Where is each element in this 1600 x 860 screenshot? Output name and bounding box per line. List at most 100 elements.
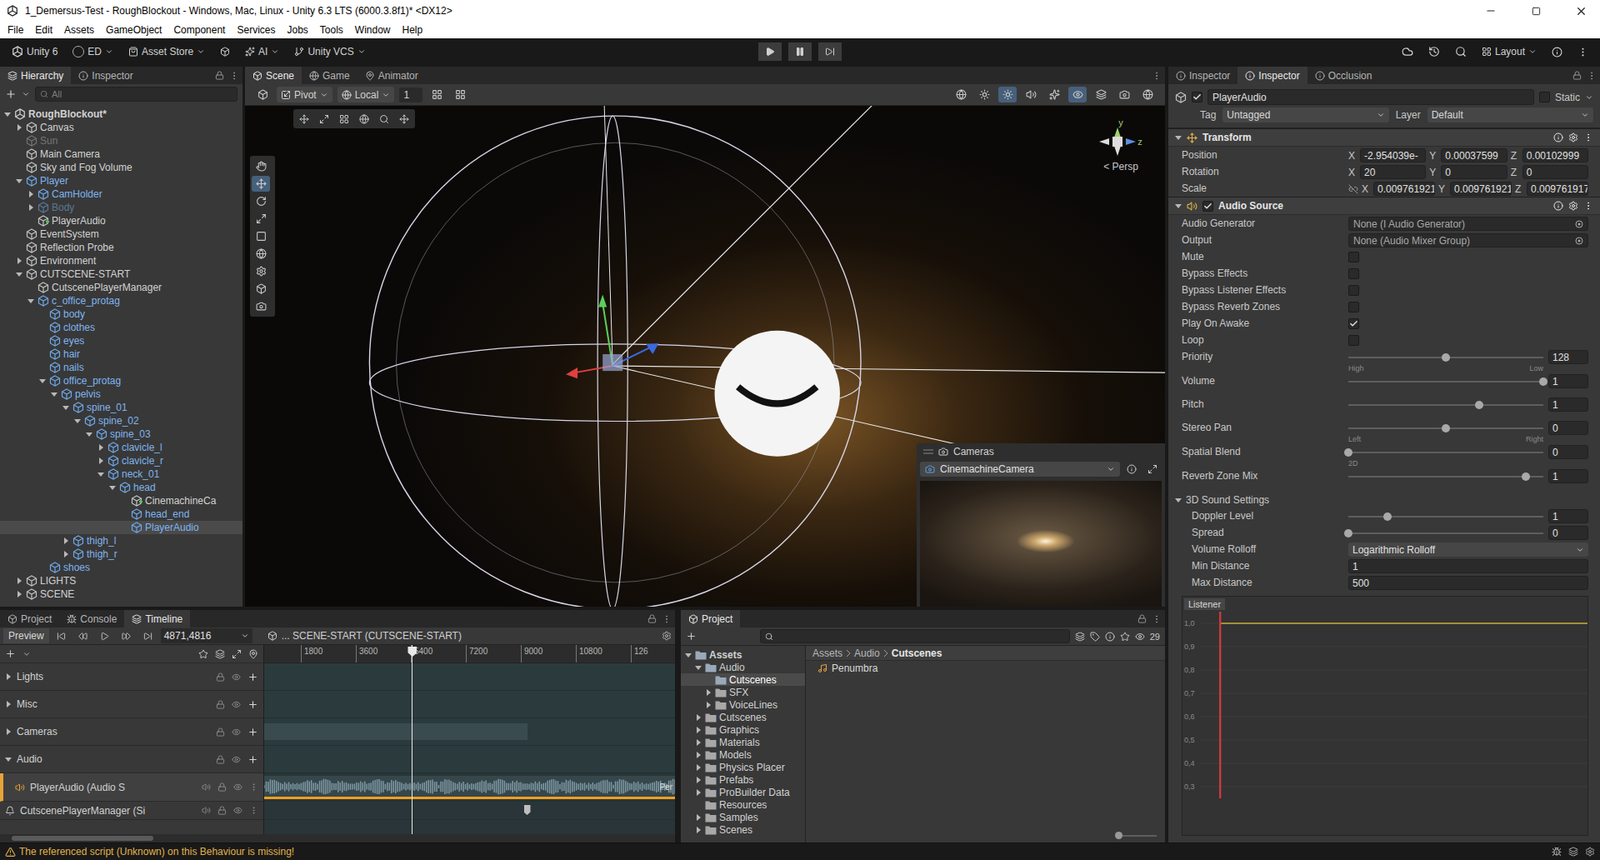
dropdown-icon[interactable] [21, 90, 30, 99]
vector-field[interactable]: 0.009761921 [1450, 181, 1512, 196]
go-start-button[interactable] [52, 628, 71, 645]
vector-field[interactable]: 0.00102999 [1522, 148, 1589, 163]
eye-icon[interactable] [231, 727, 241, 737]
lock-icon[interactable] [1137, 614, 1147, 624]
expanded-arrow-icon[interactable] [15, 177, 23, 185]
lock-icon[interactable] [217, 805, 227, 815]
panel-tab[interactable]: Game [301, 66, 358, 85]
track-lane[interactable] [264, 801, 675, 820]
draw-mode-button[interactable] [951, 86, 970, 103]
expanded-arrow-icon[interactable] [50, 390, 58, 398]
label-icon[interactable] [1090, 631, 1100, 642]
collapsed-arrow-icon[interactable] [97, 457, 105, 465]
expanded-arrow-icon[interactable] [39, 377, 46, 385]
folder-row[interactable]: Scenes [680, 823, 805, 836]
collapsed-arrow-icon[interactable] [705, 701, 712, 709]
history-button[interactable] [1423, 42, 1445, 61]
time-ruler[interactable]: 1800360054007200900010800126 [264, 645, 675, 664]
collapsed-arrow-icon[interactable] [695, 776, 702, 784]
hierarchy-row[interactable]: spine_01 [0, 400, 243, 415]
collapsed-arrow-icon[interactable] [15, 577, 23, 585]
add-icon[interactable] [247, 754, 259, 765]
track-header[interactable]: CutscenePlayerManager (Si [0, 801, 264, 820]
lock-icon[interactable] [215, 672, 225, 682]
menu-item[interactable]: File [1, 21, 30, 39]
camera-view-button[interactable] [1143, 461, 1162, 478]
property-checkbox[interactable] [1348, 251, 1360, 263]
view-tool-button[interactable] [253, 86, 272, 103]
hierarchy-row[interactable]: thigh_l [0, 534, 243, 548]
lock-icon[interactable] [217, 782, 227, 792]
static-checkbox[interactable] [1539, 91, 1550, 103]
hierarchy-row[interactable]: head [0, 480, 243, 495]
expanded-arrow-icon[interactable] [1175, 134, 1182, 141]
snap-button[interactable] [450, 86, 470, 103]
hierarchy-row[interactable]: spine_03 [0, 427, 243, 441]
play-button[interactable] [758, 42, 782, 61]
restore-button[interactable] [1516, 0, 1555, 22]
menu-item[interactable]: Tools [314, 21, 350, 39]
frame-field[interactable]: 4871,4816 [160, 628, 253, 644]
more-icon[interactable] [249, 805, 259, 815]
collapsed-arrow-icon[interactable] [695, 739, 702, 746]
add-icon[interactable] [247, 671, 259, 683]
settings-icon[interactable] [1568, 200, 1579, 211]
hidden-packages-icon[interactable] [1135, 631, 1145, 642]
slider-track[interactable] [1348, 351, 1544, 364]
handle-button[interactable] [355, 110, 374, 127]
menu-item[interactable]: Edit [29, 21, 59, 39]
track-lane[interactable] [264, 663, 675, 691]
mute-icon[interactable] [201, 805, 211, 815]
object-name-field[interactable]: PlayerAudio [1207, 89, 1535, 105]
property-checkbox[interactable] [1348, 268, 1360, 280]
camera-info-button[interactable] [1122, 461, 1141, 478]
slider-value[interactable]: 0 [1548, 420, 1589, 435]
more-icon[interactable] [249, 782, 259, 792]
dropdown-icon[interactable] [1585, 93, 1594, 102]
expanded-arrow-icon[interactable] [97, 470, 105, 478]
hierarchy-row[interactable]: clavicle_r [0, 454, 243, 468]
vector-field[interactable]: 20 [1360, 165, 1426, 180]
breadcrumb-item[interactable]: Cutscenes [891, 647, 943, 660]
folder-row[interactable]: Cutscenes [680, 673, 805, 686]
hierarchy-row[interactable]: nails [0, 360, 243, 375]
layer-select[interactable]: Default [1427, 107, 1594, 123]
slider-knob[interactable] [1441, 353, 1450, 362]
orientation-gizmo[interactable]: yz< Persp [1091, 117, 1150, 173]
add-icon[interactable] [247, 699, 259, 710]
tool-button[interactable] [251, 210, 270, 227]
prev-frame-button[interactable] [74, 628, 93, 645]
vector-field[interactable]: 0 [1522, 165, 1589, 180]
tool-button[interactable] [251, 280, 270, 297]
dropdown-icon[interactable] [22, 650, 31, 659]
tag-select[interactable]: Untagged [1222, 107, 1389, 123]
step-button[interactable] [818, 42, 842, 61]
collapsed-arrow-icon[interactable] [97, 444, 105, 451]
panel-tab[interactable]: Animator [357, 66, 426, 85]
add-icon[interactable] [247, 726, 259, 738]
minimize-button[interactable] [1471, 0, 1510, 22]
cloud-button[interactable] [1396, 42, 1419, 61]
play-button[interactable] [95, 628, 115, 645]
collapsed-arrow-icon[interactable] [695, 751, 702, 759]
hierarchy-row[interactable]: Player [0, 174, 243, 188]
eye-icon[interactable] [231, 672, 241, 682]
collapsed-arrow-icon[interactable] [15, 257, 23, 265]
vcs-button[interactable]: Unity VCS [289, 42, 370, 61]
help-button[interactable] [1546, 42, 1568, 61]
expanded-arrow-icon[interactable] [109, 484, 116, 491]
component-header[interactable]: Audio Source [1168, 196, 1600, 215]
lock-icon[interactable] [647, 614, 657, 624]
menu-item[interactable]: Services [230, 21, 281, 39]
panel-tab[interactable]: Inspector [1237, 66, 1307, 85]
tool-button[interactable] [251, 228, 270, 245]
hierarchy-row[interactable]: thigh_r [0, 547, 243, 561]
collapsed-arrow-icon[interactable] [695, 814, 702, 821]
close-button[interactable] [1561, 0, 1600, 22]
eye-icon[interactable] [231, 755, 241, 765]
handle-button[interactable] [315, 110, 334, 127]
folder-row[interactable]: Resources [680, 798, 805, 811]
search-type-icon[interactable] [1075, 631, 1085, 642]
expanded-arrow-icon[interactable] [15, 270, 23, 278]
collapsed-arrow-icon[interactable] [5, 728, 12, 735]
